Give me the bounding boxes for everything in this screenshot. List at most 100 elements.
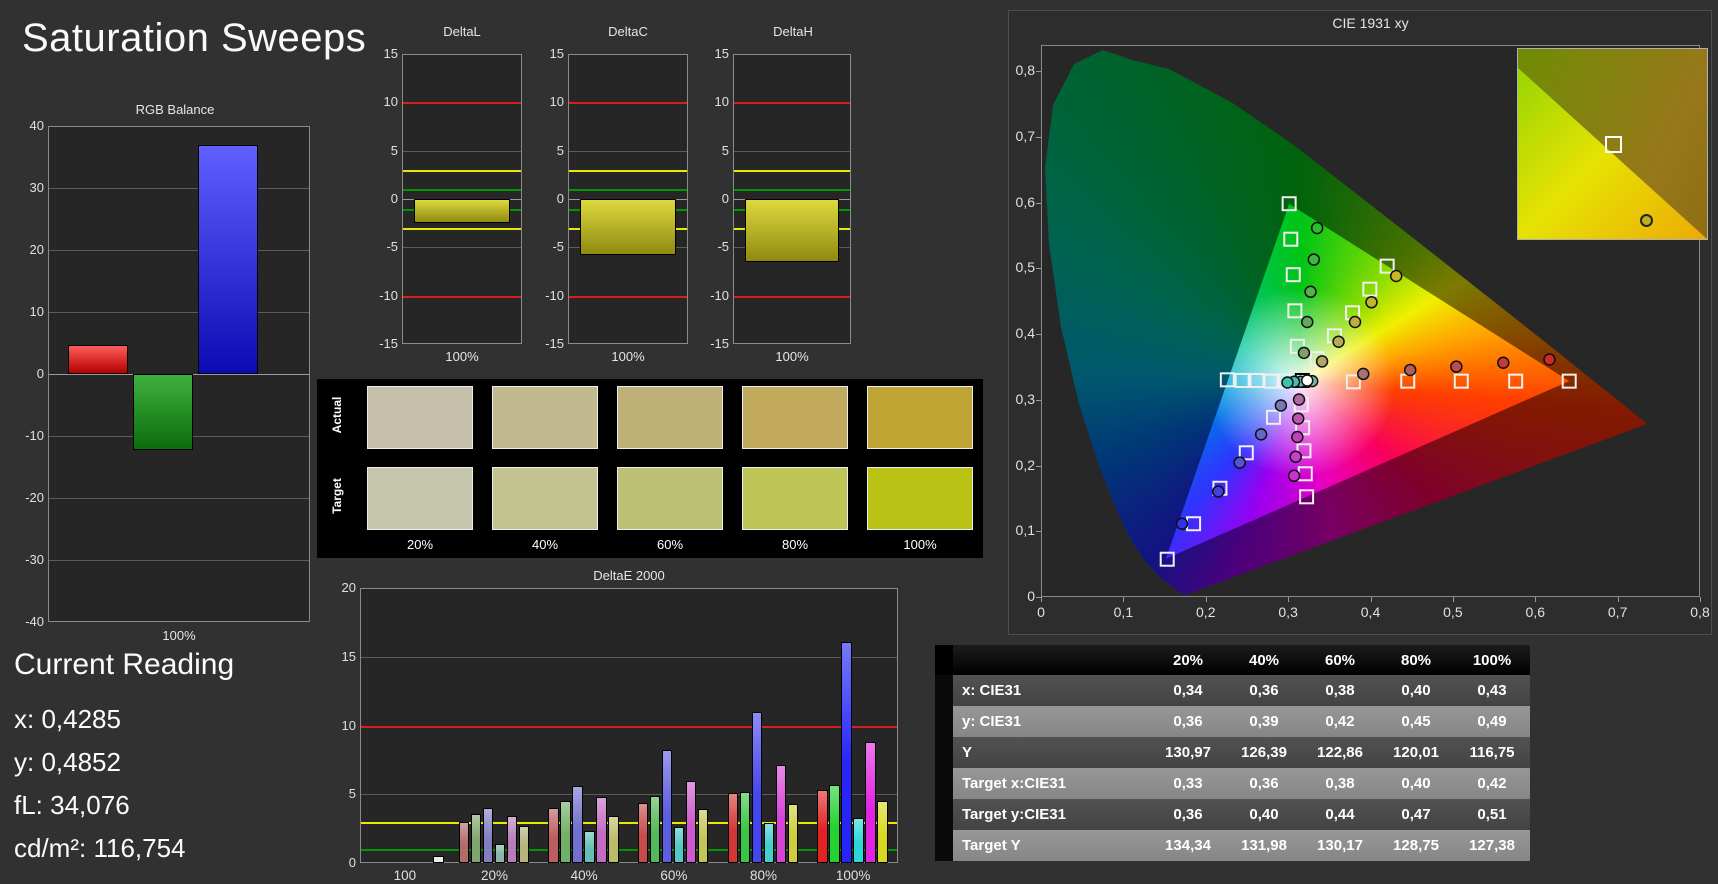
deltae-bar-cyan-100%: [853, 817, 864, 863]
y-axis-label: 0: [390, 191, 398, 206]
table-value-cell: 131,98: [1226, 830, 1302, 861]
gridline: [569, 151, 687, 152]
saturation-swatch-panel: Actual Target 20% 40% 60% 80% 100%: [317, 379, 983, 558]
limit-line: [734, 189, 850, 191]
table-value-cell: 0,44: [1302, 799, 1378, 830]
deltae-bar-magenta-100%: [865, 742, 876, 863]
x-axis-label: 80%: [749, 868, 778, 883]
x-tick: [1041, 597, 1042, 602]
page-title: Saturation Sweeps: [22, 16, 367, 60]
y-axis-label: -15: [379, 336, 398, 351]
y-axis-label: 0,5: [1015, 259, 1035, 276]
delta-l-xlabel: 100%: [445, 349, 479, 364]
swatch-actual-20%: [367, 386, 473, 449]
deltae-bar-cyan-80%: [763, 823, 774, 863]
y-axis-label: 5: [390, 142, 398, 158]
deltae-bar-yellow-80%: [787, 803, 798, 863]
x-tick: [1700, 597, 1701, 602]
current-reading-cdm2: cd/m²: 116,754: [14, 833, 186, 863]
y-axis-label: 5: [556, 142, 564, 158]
cie-target-square-cyan: [1249, 372, 1265, 388]
cie-target-square-magenta: [1297, 466, 1313, 482]
y-axis-label: -20: [25, 490, 44, 505]
cie-target-square-red: [1453, 373, 1469, 389]
table-value-cell: 0,40: [1226, 799, 1302, 830]
bar-green: [133, 374, 193, 451]
gridline: [49, 312, 309, 313]
y-tick: [1036, 202, 1041, 204]
cie-target-square-green: [1281, 196, 1297, 212]
limit-line: [403, 228, 521, 230]
y-tick: [1036, 268, 1041, 270]
x-axis-label: 0,2: [1196, 604, 1216, 620]
table-row: x: CIE31 0,34 0,36 0,38 0,40 0,43: [935, 675, 1530, 706]
y-tick: [1036, 531, 1041, 533]
x-axis-label: 100: [393, 868, 417, 883]
y-tick: [1036, 71, 1041, 73]
table-row-label: y: CIE31: [953, 706, 1150, 737]
y-axis-label: 0: [36, 366, 44, 381]
deltae-bar-red-60%: [637, 802, 649, 863]
table-row-label: Y: [953, 737, 1150, 768]
delta-h-xlabel: 100%: [775, 349, 809, 364]
y-axis-label: 5: [721, 142, 729, 158]
x-axis-label: 20%: [480, 868, 509, 883]
cie-measured-circle-yellow: [1365, 296, 1378, 309]
x-axis-label: 0,3: [1278, 604, 1298, 620]
y-axis-label: 20: [29, 242, 44, 257]
y-tick: [1036, 334, 1041, 336]
cie-measured-circle-red: [1497, 356, 1510, 369]
y-axis-label: 40: [29, 118, 44, 133]
cie-target-square-cyan: [1263, 373, 1279, 389]
limit-line: [403, 296, 521, 298]
table-value-cell: 122,86: [1302, 737, 1378, 768]
limit-line: [403, 170, 521, 172]
swatch-col-label: 40%: [531, 537, 559, 552]
cie-target-square-yellow: [1379, 258, 1395, 274]
x-axis-label: 0,7: [1607, 604, 1628, 620]
cie-measured-circle-yellow: [1332, 335, 1345, 348]
swatch-col-label: 20%: [406, 537, 434, 552]
cie-measured-circle-blue: [1233, 456, 1246, 469]
table-value-cell: 0,33: [1150, 768, 1226, 799]
cie-1931-title: CIE 1931 xy: [1332, 15, 1409, 31]
x-axis-label: 0,5: [1443, 604, 1463, 620]
table-row-handle: [935, 830, 953, 861]
swatch-actual-60%: [617, 386, 723, 449]
current-reading-y: y: 0,4852: [14, 747, 121, 777]
y-axis-label: 10: [383, 94, 398, 110]
deltae-bar-green-40%: [560, 801, 571, 863]
y-axis-label: 30: [29, 180, 44, 195]
cie-measured-circle-yellow: [1348, 315, 1362, 329]
deltae-bar-cyan-20%: [494, 843, 505, 863]
cie-measured-circle-blue: [1212, 485, 1225, 498]
x-axis-label: 0,1: [1113, 604, 1134, 620]
limit-line: [569, 102, 687, 104]
table-value-cell: 130,17: [1302, 830, 1378, 861]
y-axis-label: 10: [29, 304, 44, 319]
gridline: [403, 247, 521, 248]
table-value-cell: 127,38: [1454, 830, 1530, 861]
table-row: Target x:CIE31 0,33 0,36 0,38 0,40 0,42: [935, 768, 1530, 799]
deltae-bar-red-80%: [727, 792, 738, 863]
cie-target-square-red: [1508, 373, 1524, 389]
deltae-bar-blue-100%: [841, 641, 852, 863]
deltae-bar-cyan-60%: [673, 827, 685, 863]
x-tick: [1205, 597, 1207, 602]
y-axis-label: -5: [717, 239, 729, 255]
table-value-cell: 128,75: [1378, 830, 1454, 861]
swatch-col-label: 60%: [656, 537, 684, 552]
cie-measured-circle-blue: [1254, 428, 1268, 441]
cie-target-square-green: [1283, 231, 1299, 247]
bar-delta_l: [414, 199, 510, 224]
cie-measured-circle-magenta: [1292, 393, 1306, 406]
y-axis-label: -30: [25, 552, 44, 567]
table-row-label: x: CIE31: [953, 675, 1150, 706]
y-axis-label: 0: [1027, 588, 1035, 604]
gridline: [49, 560, 309, 561]
deltae-bar-magenta-40%: [596, 797, 607, 863]
gridline: [49, 498, 309, 499]
swatch-actual-100%: [867, 386, 973, 449]
deltae-bar-blue-40%: [572, 786, 583, 863]
table-row: Target y:CIE31 0,36 0,40 0,44 0,47 0,51: [935, 799, 1530, 830]
